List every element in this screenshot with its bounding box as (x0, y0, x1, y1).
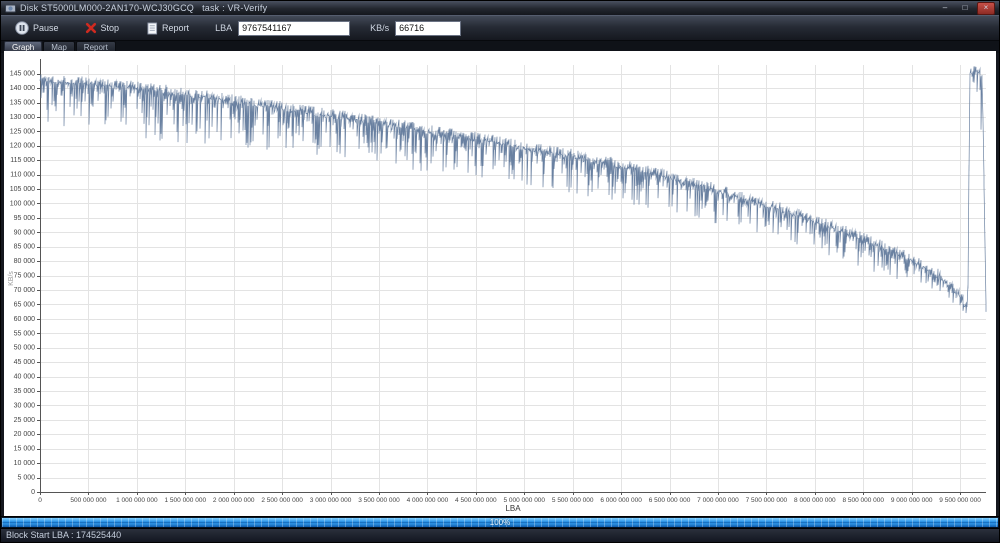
report-button[interactable]: Report (141, 20, 195, 37)
hdd-app-icon (5, 3, 16, 14)
kbs-label: KB/s (370, 23, 390, 33)
progress-label: 100% (489, 518, 511, 527)
titlebar[interactable]: Disk ST5000LM000-2AN170-WCJ30GCQ task : … (1, 1, 999, 15)
minimize-button[interactable]: – (937, 3, 953, 14)
close-button[interactable]: × (977, 1, 995, 15)
pause-button[interactable]: Pause (9, 19, 65, 37)
stop-button[interactable]: Stop (79, 20, 126, 36)
progress-bar: 100% (1, 516, 999, 528)
lba-label: LBA (215, 23, 233, 33)
lba-input[interactable] (238, 20, 351, 36)
maximize-button[interactable]: □ (957, 3, 973, 14)
status-text: Block Start LBA : 174525440 (6, 530, 122, 540)
speed-chart-canvas[interactable] (4, 51, 996, 516)
app-window: Disk ST5000LM000-2AN170-WCJ30GCQ task : … (0, 0, 1000, 543)
stop-icon (85, 22, 97, 34)
report-icon (147, 22, 158, 35)
report-label: Report (162, 23, 190, 33)
kbs-input[interactable] (395, 20, 462, 36)
pause-label: Pause (33, 23, 59, 33)
status-bar: Block Start LBA : 174525440 (1, 528, 999, 542)
window-title: Disk ST5000LM000-2AN170-WCJ30GCQ task : … (20, 3, 268, 13)
toolbar: Pause Stop Report LBA KB/s (1, 15, 999, 41)
chart-area (4, 51, 996, 516)
pause-icon (15, 21, 29, 35)
stop-label: Stop (100, 23, 120, 33)
